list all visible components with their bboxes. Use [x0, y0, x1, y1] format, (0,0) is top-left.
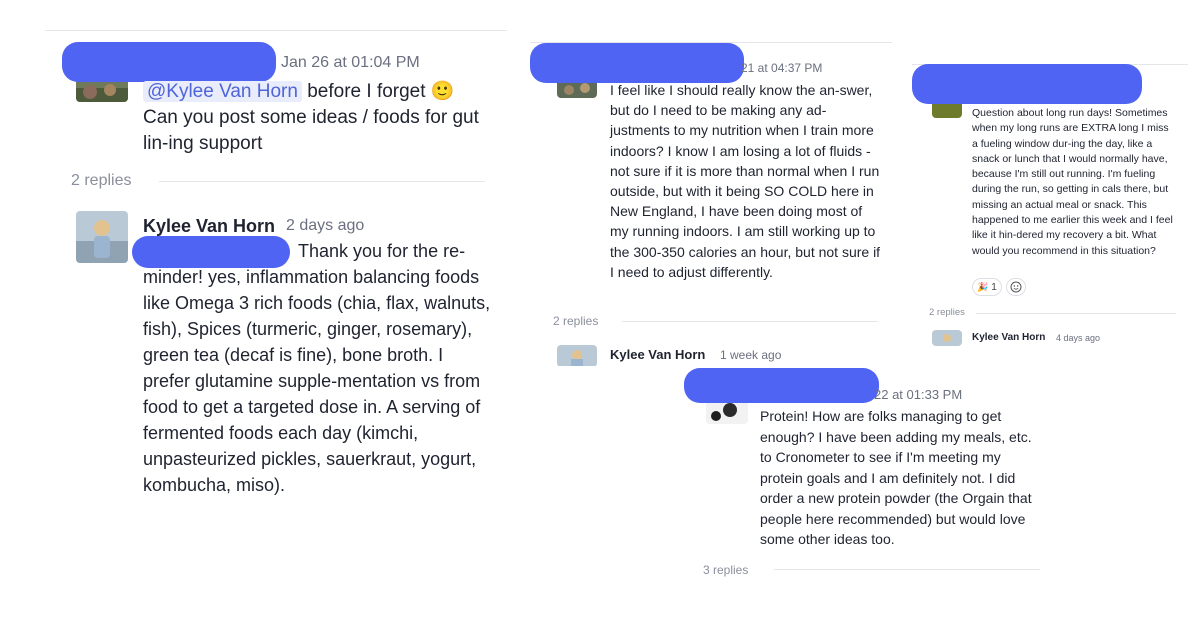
replies-divider: [976, 313, 1176, 314]
replies-divider: [622, 321, 878, 322]
reply-author-avatar[interactable]: [557, 345, 597, 366]
redacted-author-name: [684, 368, 879, 403]
post-card-long-run: LH Question about long run days! Sometim…: [912, 64, 1188, 346]
reply-message: Thank you for the re-minder! yes, inflam…: [143, 238, 493, 498]
post-message-text: Question about long run days! Sometimes …: [972, 107, 1173, 257]
post-message-text: I feel like I should really know the an-…: [610, 82, 881, 280]
reply-author-avatar[interactable]: [76, 211, 128, 263]
post-message: @Kylee Van Horn before I forget 🙂 Can yo…: [143, 79, 493, 157]
add-reaction-button[interactable]: [1006, 278, 1026, 296]
post-card-gut-lining: Jan 26 at 01:04 PM @Kylee Van Horn befor…: [45, 30, 507, 530]
reply-author-name[interactable]: Kylee Van Horn: [610, 347, 705, 362]
replies-count[interactable]: 2 replies: [929, 307, 965, 318]
post-card-protein: 22 at 01:33 PM Protein! How are folks ma…: [684, 368, 1050, 580]
replies-count[interactable]: 2 replies: [553, 314, 598, 328]
redacted-author-name: [62, 42, 276, 82]
user-mention[interactable]: @Kylee Van Horn: [143, 81, 302, 102]
party-icon: 🎉: [977, 282, 989, 292]
reply-author-avatar[interactable]: [932, 330, 962, 346]
post-card-indoor-training: 21 at 04:37 PM I feel like I should real…: [530, 42, 892, 366]
replies-divider: [774, 569, 1040, 570]
reaction-count: 1: [991, 282, 997, 293]
redacted-author-name: [912, 64, 1142, 104]
reaction-party[interactable]: 🎉 1: [972, 278, 1002, 296]
reply-author-name[interactable]: Kylee Van Horn: [143, 216, 275, 237]
redacted-author-name: [530, 43, 744, 83]
reply-time: 4 days ago: [1056, 333, 1101, 343]
reply-author-name[interactable]: Kylee Van Horn: [972, 332, 1045, 343]
post-message: I feel like I should really know the an-…: [610, 80, 882, 282]
reply-time: 1 week ago: [720, 348, 782, 362]
post-message: Protein! How are folks managing to get e…: [760, 406, 1036, 550]
replies-count[interactable]: 2 replies: [71, 172, 131, 190]
post-message: Question about long run days! Sometimes …: [972, 106, 1177, 259]
card-top-divider: [45, 30, 507, 31]
smiley-add-icon: [1010, 281, 1022, 293]
reply-time: 2 days ago: [286, 217, 365, 234]
post-timestamp: 21 at 04:37 PM: [741, 61, 823, 75]
post-timestamp: Jan 26 at 01:04 PM: [281, 54, 420, 71]
replies-divider: [159, 181, 485, 182]
post-timestamp: 22 at 01:33 PM: [874, 387, 963, 402]
reply-message-text: Thank you for the re-minder! yes, inflam…: [143, 241, 491, 495]
replies-count[interactable]: 3 replies: [703, 563, 748, 577]
post-message-text: Protein! How are folks managing to get e…: [760, 408, 1032, 547]
